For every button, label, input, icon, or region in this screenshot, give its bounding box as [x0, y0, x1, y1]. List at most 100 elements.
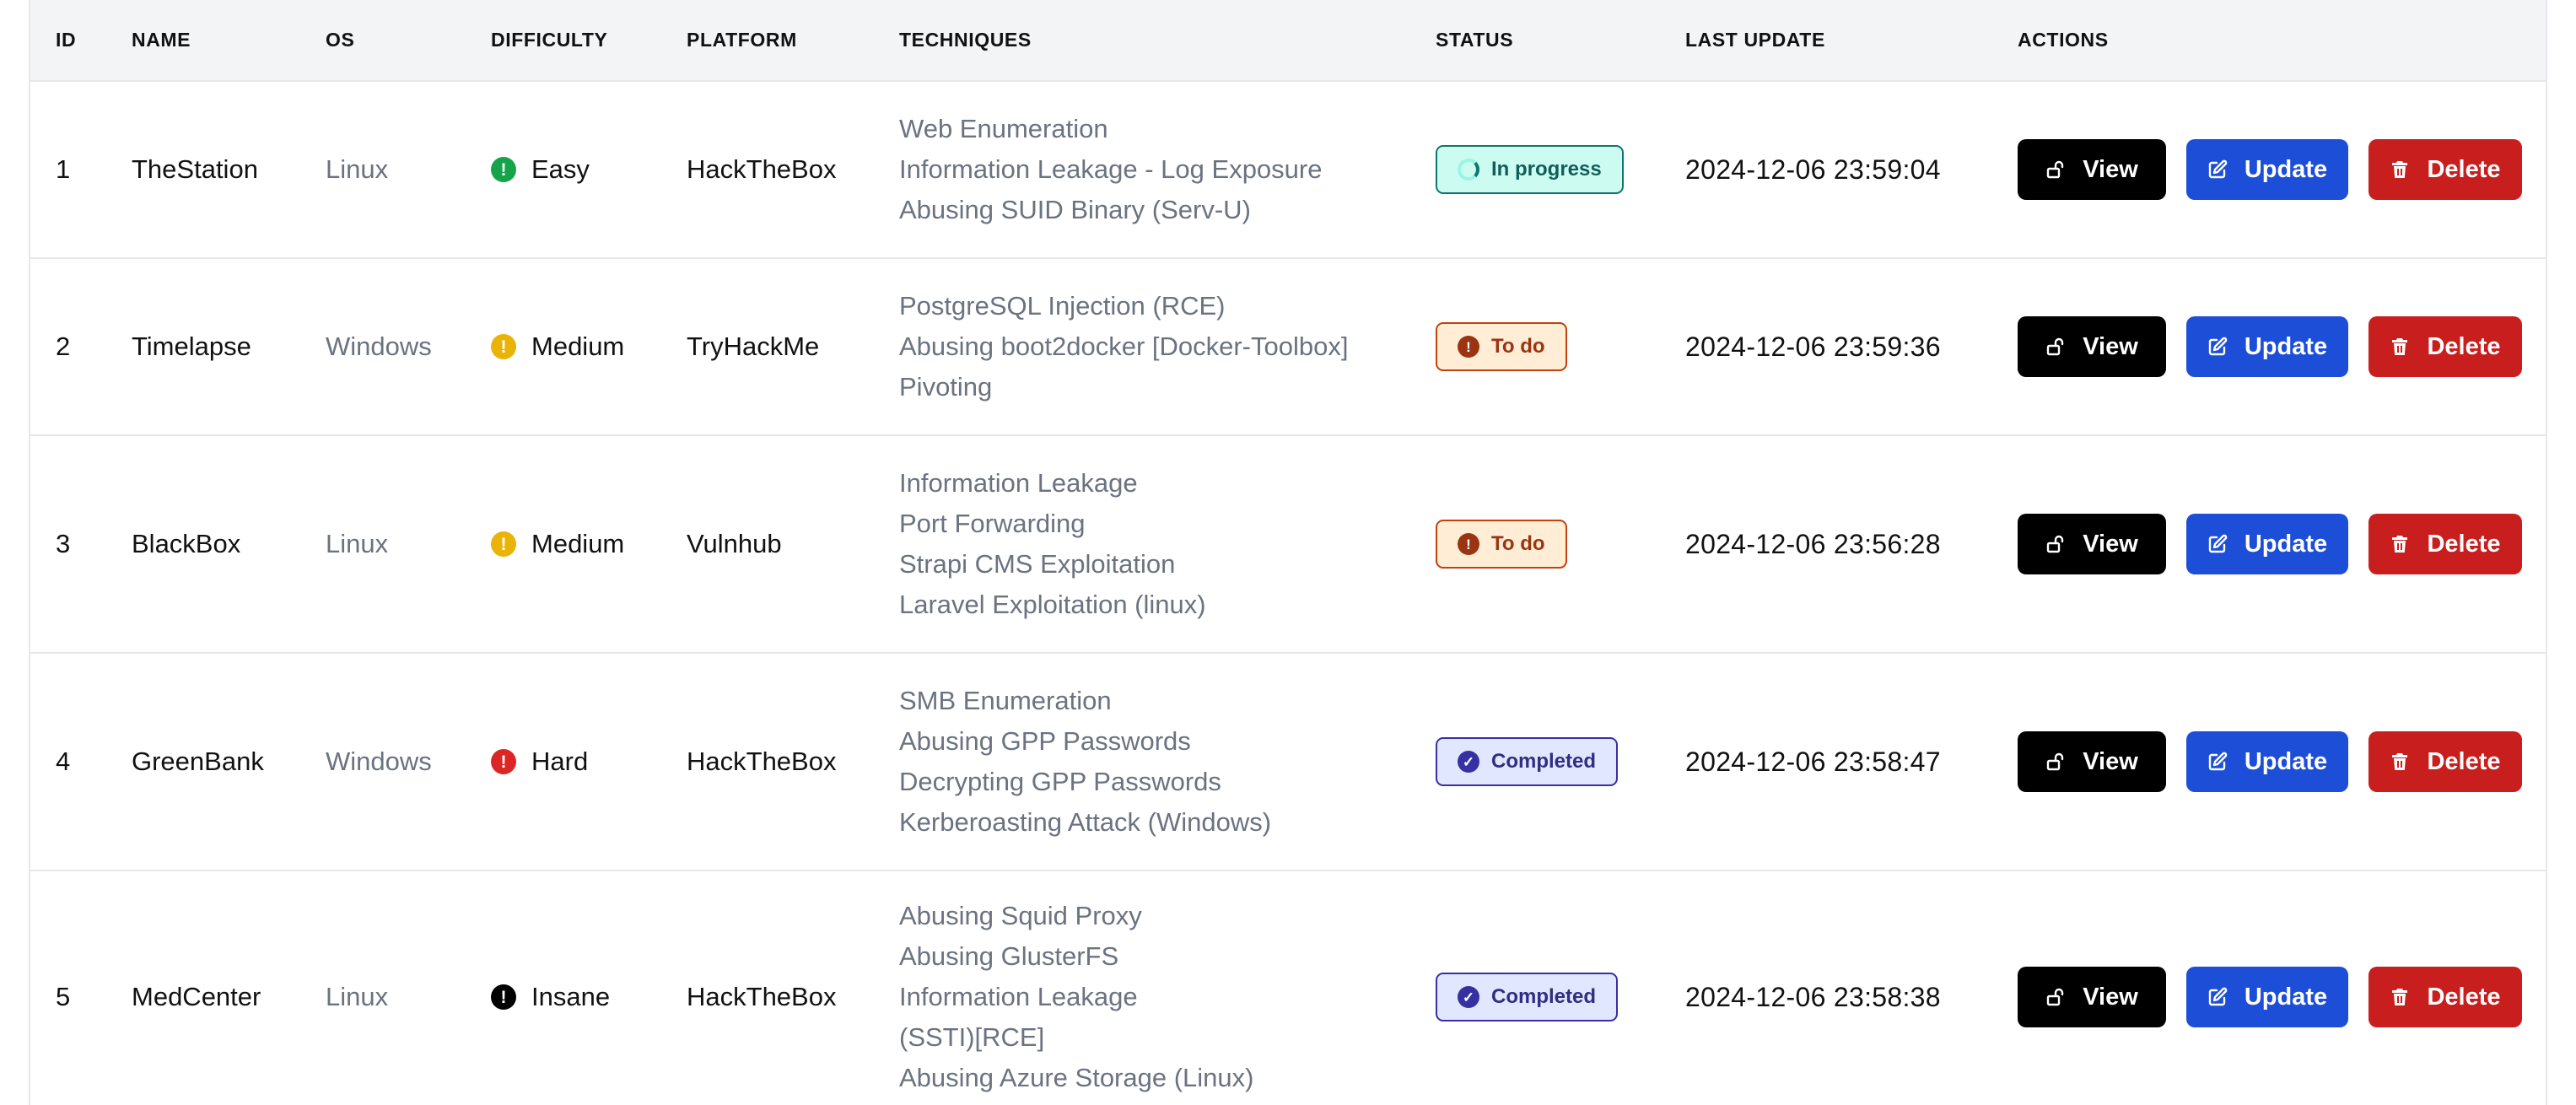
update-button[interactable]: Update	[2186, 139, 2348, 200]
update-button-label: Update	[2244, 983, 2328, 1011]
technique-item: PostgreSQL Injection (RCE)	[899, 291, 1226, 321]
cell-last-update: 2024-12-06 23:59:36	[1660, 258, 1992, 436]
cell-techniques: PostgreSQL Injection (RCE) Abusing boot2d…	[874, 258, 1410, 436]
delete-button[interactable]: Delete	[2369, 514, 2522, 574]
check-circle-icon: ✓	[1458, 751, 1479, 773]
technique-item: Abusing Squid Proxy	[899, 901, 1142, 930]
table-body: 1 TheStation Linux ! Easy HackTheBox Web…	[30, 81, 2546, 1105]
page: ID NAME OS DIFFICULTY PLATFORM TECHNIQUE…	[0, 0, 2576, 1105]
cell-last-update: 2024-12-06 23:58:47	[1660, 653, 1992, 871]
technique-item: Decrypting GPP Passwords	[899, 767, 1221, 796]
unlock-icon	[2045, 337, 2066, 357]
view-button-label: View	[2083, 155, 2138, 183]
edit-icon	[2207, 337, 2228, 357]
exclamation-circle-icon: !	[1458, 533, 1479, 555]
cell-status: ✓ Completed	[1410, 653, 1660, 871]
cell-last-update: 2024-12-06 23:56:28	[1660, 435, 1992, 654]
status-badge: In progress	[1436, 145, 1624, 194]
cell-actions: View Update Delete	[1992, 81, 2546, 259]
spinner-icon	[1458, 159, 1479, 181]
trash-icon	[2390, 752, 2410, 772]
cell-platform: TryHackMe	[661, 258, 874, 436]
technique-item: Kerberoasting Attack (Windows)	[899, 807, 1272, 837]
status-label: Completed	[1491, 985, 1597, 1008]
cell-os: Linux	[300, 871, 466, 1105]
cell-difficulty: ! Medium	[466, 258, 661, 436]
cell-status: ! To do	[1410, 435, 1660, 654]
difficulty-label: Medium	[531, 529, 625, 558]
technique-item: Port Forwarding	[899, 509, 1086, 538]
delete-button[interactable]: Delete	[2369, 731, 2522, 792]
cell-actions: View Update Delete	[1992, 653, 2546, 871]
technique-item: (SSTI)[RCE]	[899, 1022, 1045, 1052]
table-row: 5 MedCenter Linux ! Insane HackTheBox Ab…	[30, 871, 2546, 1105]
view-button[interactable]: View	[2018, 967, 2166, 1027]
cell-status: ✓ Completed	[1410, 871, 1660, 1105]
status-badge: ✓ Completed	[1436, 737, 1619, 786]
technique-item: Pivoting	[899, 372, 993, 402]
table-row: 3 BlackBox Linux ! Medium Vulnhub Inform…	[30, 435, 2546, 654]
delete-button-label: Delete	[2427, 747, 2501, 775]
update-button[interactable]: Update	[2186, 316, 2348, 377]
technique-item: Strapi CMS Exploitation	[899, 549, 1176, 579]
cell-difficulty: ! Insane	[466, 871, 661, 1105]
technique-item: Abusing GlusterFS	[899, 941, 1119, 971]
difficulty-label: Hard	[531, 747, 589, 776]
edit-icon	[2207, 534, 2228, 554]
cell-name: BlackBox	[106, 435, 300, 654]
cell-id: 3	[30, 435, 106, 654]
update-button[interactable]: Update	[2186, 731, 2348, 792]
edit-icon	[2207, 752, 2228, 772]
update-button[interactable]: Update	[2186, 967, 2348, 1027]
cell-id: 4	[30, 653, 106, 871]
unlock-icon	[2045, 534, 2066, 554]
technique-item: Information Leakage - Log Exposure	[899, 154, 1323, 184]
view-button[interactable]: View	[2018, 514, 2166, 574]
view-button-label: View	[2083, 747, 2138, 775]
trash-icon	[2390, 987, 2410, 1007]
header-last-update: LAST UPDATE	[1660, 0, 1992, 82]
cell-difficulty: ! Hard	[466, 653, 661, 871]
table-row: 1 TheStation Linux ! Easy HackTheBox Web…	[30, 81, 2546, 259]
cell-difficulty: ! Medium	[466, 435, 661, 654]
update-button-label: Update	[2244, 530, 2328, 558]
update-button-label: Update	[2244, 747, 2328, 775]
delete-button[interactable]: Delete	[2369, 316, 2522, 377]
check-circle-icon: ✓	[1458, 986, 1479, 1008]
cell-id: 1	[30, 81, 106, 259]
trash-icon	[2390, 534, 2410, 554]
difficulty-label: Easy	[531, 154, 590, 184]
cell-platform: Vulnhub	[661, 435, 874, 654]
difficulty-label: Insane	[531, 982, 611, 1011]
trash-icon	[2390, 159, 2410, 180]
header-actions: ACTIONS	[1992, 0, 2546, 82]
unlock-icon	[2045, 159, 2066, 180]
cell-difficulty: ! Easy	[466, 81, 661, 259]
view-button[interactable]: View	[2018, 316, 2166, 377]
cell-status: ! To do	[1410, 258, 1660, 436]
cell-techniques: Abusing Squid Proxy Abusing GlusterFS Info…	[874, 871, 1410, 1105]
view-button[interactable]: View	[2018, 139, 2166, 200]
status-label: To do	[1491, 532, 1545, 555]
table-header: ID NAME OS DIFFICULTY PLATFORM TECHNIQUE…	[30, 0, 2546, 82]
table-row: 4 GreenBank Windows ! Hard HackTheBox SM…	[30, 653, 2546, 871]
cell-name: MedCenter	[106, 871, 300, 1105]
exclamation-circle-icon: !	[491, 984, 516, 1010]
delete-button[interactable]: Delete	[2369, 139, 2522, 200]
exclamation-circle-icon: !	[1458, 336, 1479, 358]
unlock-icon	[2045, 752, 2066, 772]
table-row: 2 Timelapse Windows ! Medium TryHackMe P…	[30, 258, 2546, 436]
status-label: Completed	[1491, 750, 1597, 773]
cell-last-update: 2024-12-06 23:59:04	[1660, 81, 1992, 259]
cell-os: Windows	[300, 653, 466, 871]
update-button[interactable]: Update	[2186, 514, 2348, 574]
technique-item: Abusing Azure Storage (Linux)	[899, 1063, 1254, 1092]
header-os: OS	[300, 0, 466, 82]
machines-table-container: ID NAME OS DIFFICULTY PLATFORM TECHNIQUE…	[29, 0, 2547, 1105]
trash-icon	[2390, 337, 2410, 357]
delete-button[interactable]: Delete	[2369, 967, 2522, 1027]
header-status: STATUS	[1410, 0, 1660, 82]
view-button[interactable]: View	[2018, 731, 2166, 792]
cell-last-update: 2024-12-06 23:58:38	[1660, 871, 1992, 1105]
technique-item: Web Enumeration	[899, 114, 1108, 143]
